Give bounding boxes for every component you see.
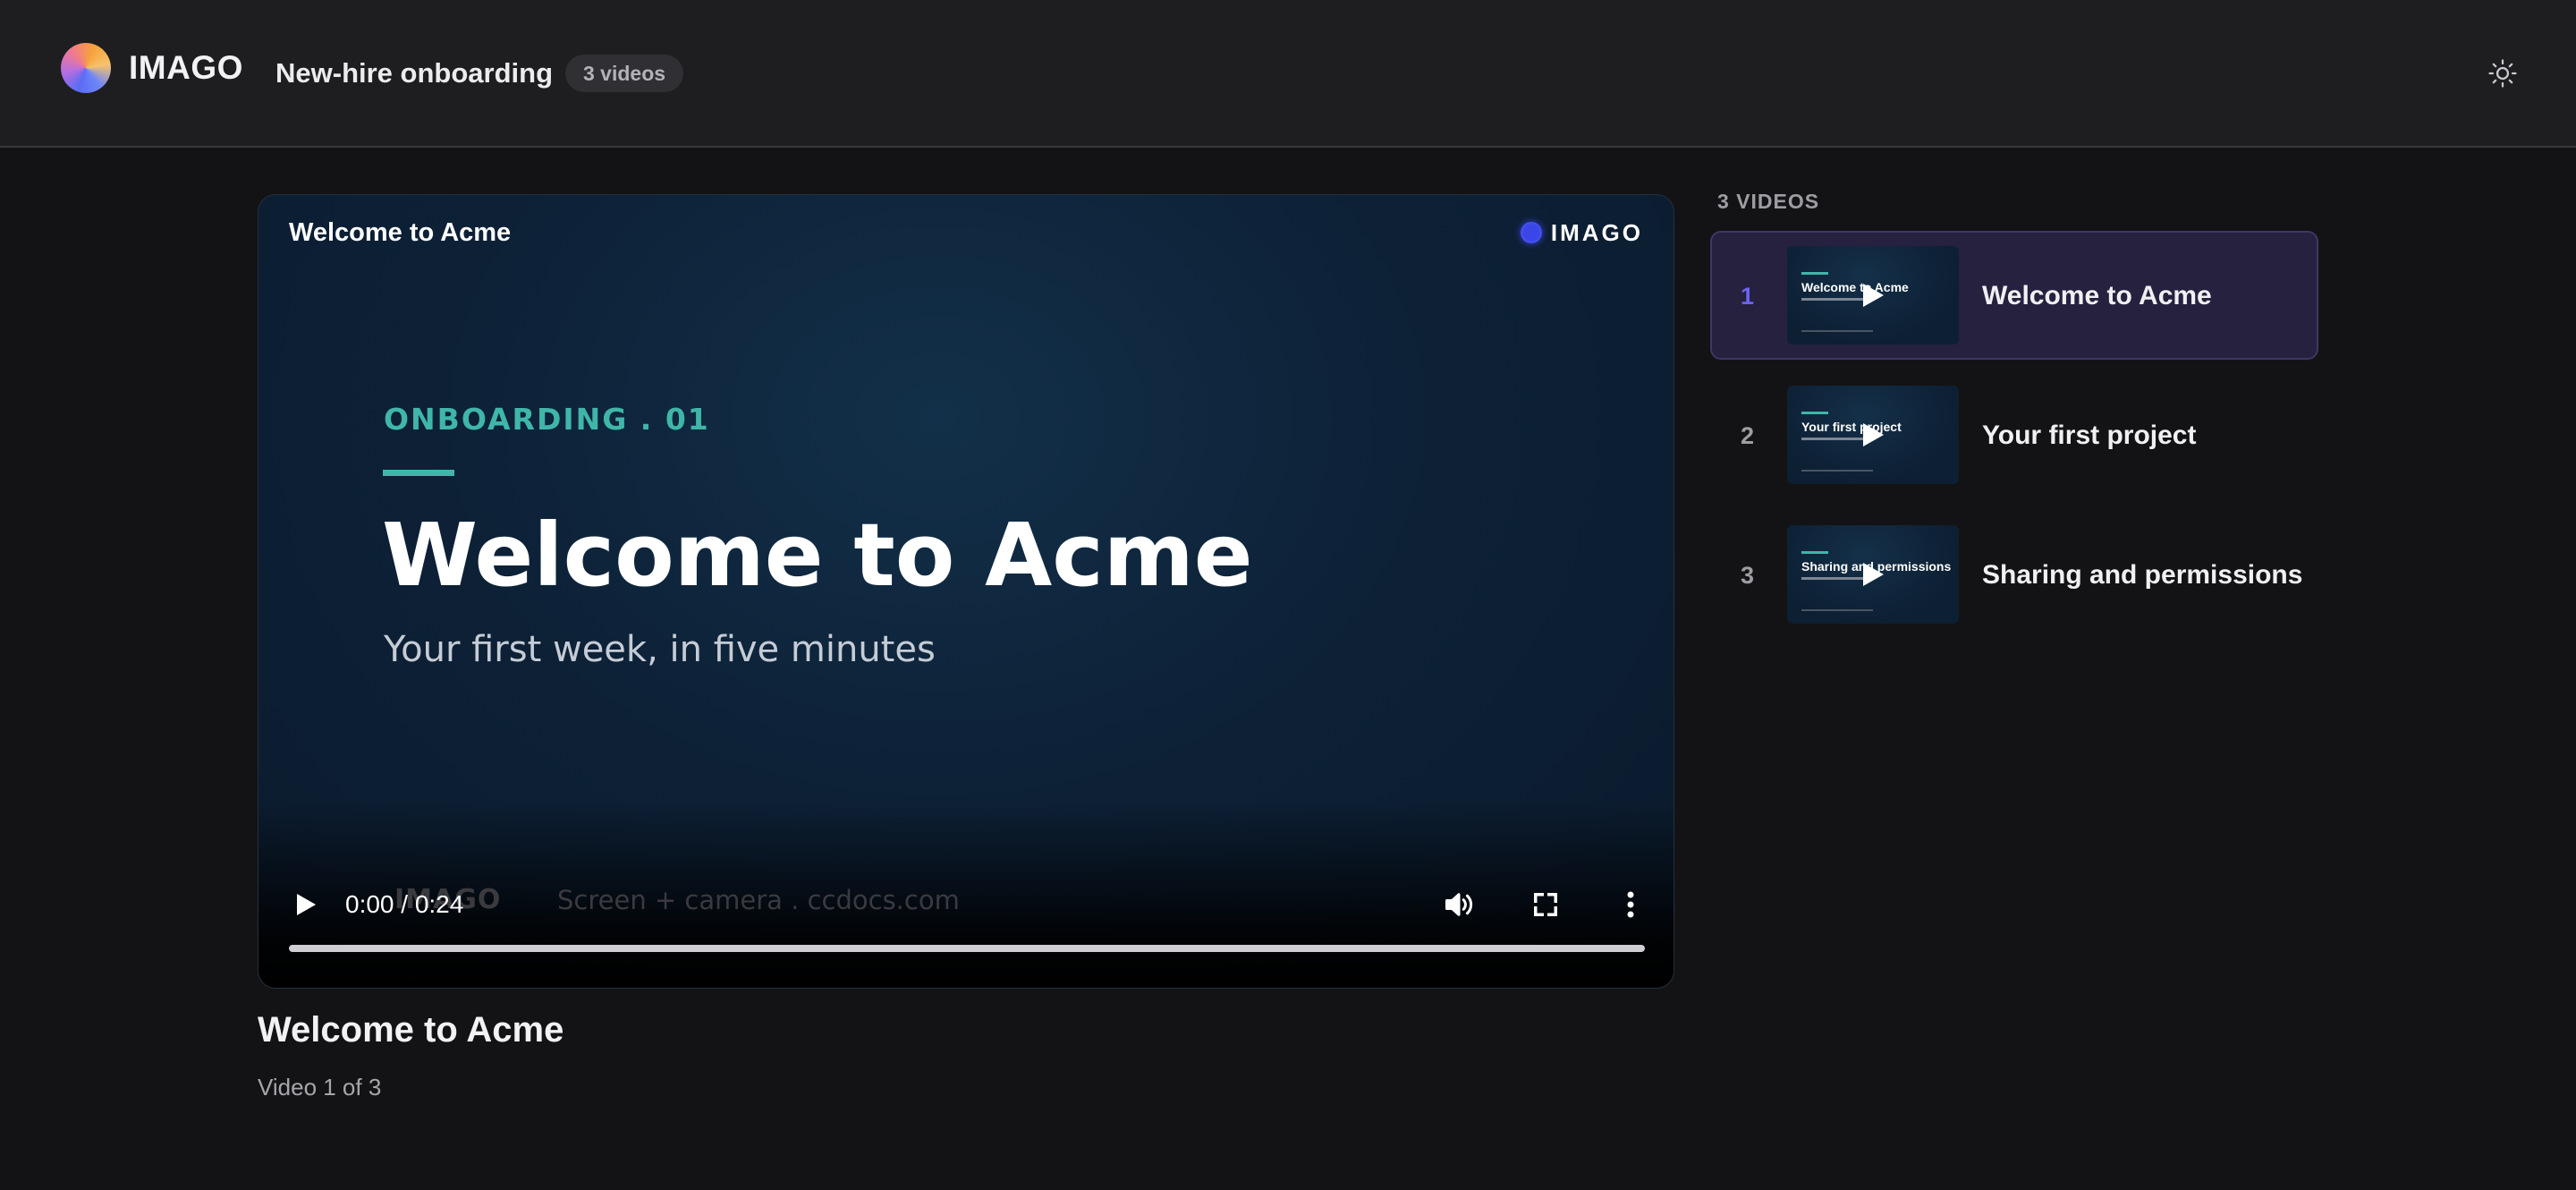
playlist-item-thumbnail: Your first project: [1787, 386, 1959, 484]
play-button[interactable]: [285, 884, 326, 925]
fullscreen-button[interactable]: [1524, 884, 1567, 925]
playlist-item-thumbnail: Welcome to Acme: [1787, 246, 1959, 344]
slide-title: Welcome to Acme: [382, 505, 1253, 606]
logo-text[interactable]: IMAGO: [129, 48, 243, 88]
slide-accent-rule: [383, 470, 454, 476]
play-icon: [1863, 423, 1884, 446]
thumbnail-title: Welcome to Acme: [1801, 280, 1909, 294]
now-playing-position: Video 1 of 3: [258, 1074, 382, 1101]
slide-footer-credit: Screen + camera . ccdocs.com: [557, 885, 960, 915]
mute-button[interactable]: [1437, 884, 1480, 925]
thumbnail-accent: [1801, 272, 1828, 275]
logo-icon[interactable]: [61, 43, 111, 93]
more-options-button[interactable]: [1613, 884, 1648, 925]
video-count-badge: 3 videos: [565, 55, 684, 92]
playlist-heading: 3 VIDEOS: [1717, 190, 1820, 213]
thumbnail-footer-line: [1801, 609, 1873, 611]
playlist-item-number: 2: [1741, 422, 1755, 449]
playlist-item-title: Welcome to Acme: [1982, 281, 2212, 310]
thumbnail-accent: [1801, 412, 1828, 414]
video-overlay-brand-text: IMAGO: [1550, 219, 1643, 246]
collection-title: New-hire onboarding: [275, 57, 553, 89]
playlist-item-title: Your first project: [1982, 421, 2197, 450]
now-playing-title: Welcome to Acme: [258, 1010, 564, 1050]
playlist-item-thumbnail: Sharing and permissions: [1787, 525, 1959, 624]
slide-subtitle: Your first week, in five minutes: [384, 629, 936, 670]
slide-kicker: ONBOARDING . 01: [384, 402, 710, 437]
thumbnail-footer-line: [1801, 470, 1873, 472]
playlist-item-title: Sharing and permissions: [1982, 560, 2303, 590]
thumbnail-footer-line: [1801, 330, 1873, 332]
play-icon: [1863, 563, 1884, 586]
video-player[interactable]: ONBOARDING . 01 Welcome to Acme Your fir…: [258, 194, 1674, 989]
time-readout: 0:00 / 0:24: [345, 890, 464, 918]
play-icon: [297, 894, 316, 915]
app-header: IMAGO New-hire onboarding 3 videos: [0, 0, 2576, 148]
video-overlay-title: Welcome to Acme: [289, 218, 512, 247]
video-overlay-brand: IMAGO: [1520, 217, 1643, 249]
playlist-item-number: 3: [1741, 562, 1755, 589]
theme-toggle-button[interactable]: [2483, 54, 2522, 93]
playlist-item-3[interactable]: 3 Sharing and permissions Sharing and pe…: [1710, 510, 2318, 639]
thumbnail-accent: [1801, 551, 1828, 554]
thumbnail-title: Your first project: [1801, 420, 1902, 434]
brand-dot-icon: [1520, 222, 1542, 243]
volume-icon: [1445, 893, 1473, 916]
fullscreen-icon: [1534, 893, 1557, 916]
playlist-item-1[interactable]: 1 Welcome to Acme Welcome to Acme: [1710, 231, 2318, 360]
playlist-item-2[interactable]: 2 Your first project Your first project: [1710, 370, 2318, 499]
more-vertical-icon: [1627, 891, 1634, 918]
play-icon: [1863, 284, 1884, 307]
playlist-item-number: 1: [1741, 283, 1755, 310]
sun-icon: [2488, 59, 2517, 88]
progress-bar[interactable]: [289, 945, 1645, 952]
